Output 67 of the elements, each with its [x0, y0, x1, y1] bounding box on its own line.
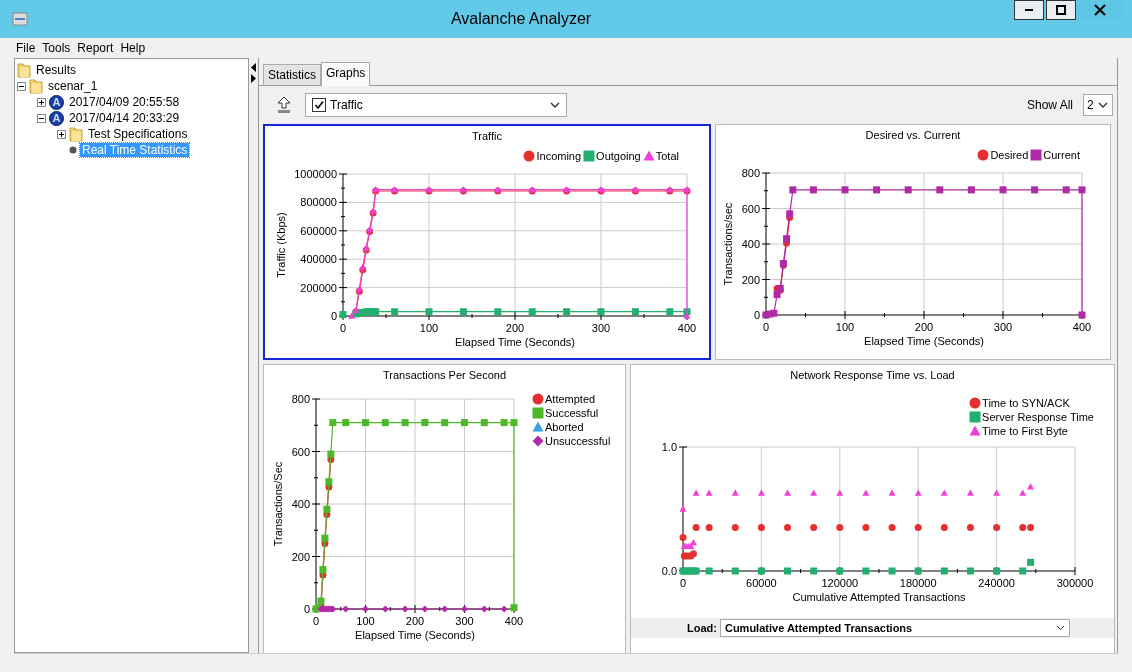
tick-label: 0 [312, 615, 320, 627]
status-badge: A [49, 94, 64, 110]
tick-label: 200 [291, 550, 310, 563]
show-all-label: Show All [1026, 98, 1073, 112]
tick-label: 120000 [821, 577, 859, 589]
tick-label: 400 [741, 238, 760, 250]
legend-label: Successful [545, 407, 599, 419]
axis-title: Elapsed Time (Seconds) [455, 336, 575, 348]
legend-label: Incoming [536, 150, 582, 162]
axis-title: Elapsed Time (Seconds) [355, 629, 475, 641]
tick-label: 600 [741, 202, 760, 215]
axis-title: Transactions/sec [722, 202, 734, 286]
tick-label: 0 [339, 322, 347, 334]
window-title: Avalanche Analyzer [449, 10, 593, 28]
axis-title: Elapsed Time (Seconds) [864, 335, 984, 347]
tick-label: 200 [914, 321, 934, 333]
legend-label: Total [655, 150, 679, 162]
tick-label: 100 [356, 615, 375, 627]
load-label: Load: [687, 622, 717, 634]
legend-label: Current [1043, 149, 1080, 161]
tick-label: 600 [291, 445, 310, 458]
tick-label: 400 [504, 615, 524, 627]
tick-label: 0 [753, 309, 760, 321]
axis-title: Cumulative Attempted Transactions [792, 591, 966, 603]
axis-title: Transactions/Sec [272, 461, 284, 547]
legend-label: Desired [990, 149, 1029, 161]
tick-label: 0 [303, 603, 310, 615]
tick-label: 100 [419, 322, 439, 334]
tick-label: 300 [993, 321, 1013, 333]
chart-title: Desired vs. Current [864, 128, 962, 143]
tick-label: 400000 [300, 253, 337, 266]
tick-label: 1000000 [294, 168, 337, 180]
chart-title: Network Response Time vs. Load [789, 368, 956, 383]
tick-label: 200 [505, 322, 525, 334]
legend-label: Time to SYN/ACK [982, 397, 1070, 409]
tick-label: 300000 [1056, 577, 1094, 589]
axis-title: Traffic (Kbps) [275, 212, 287, 278]
legend-label: Unsuccessful [545, 435, 611, 447]
tick-label: 400 [291, 498, 310, 510]
chart-title: Transactions Per Second [381, 368, 508, 383]
tick-label: 400 [677, 322, 697, 334]
tick-label: 200000 [300, 281, 337, 294]
legend-label: Server Response Time [982, 411, 1094, 423]
tick-label: 200 [741, 273, 760, 286]
legend-label: Outgoing [596, 150, 641, 162]
tick-label: 0.0 [661, 565, 677, 577]
legend-label: Aborted [545, 421, 584, 433]
tick-label: 1.0 [661, 441, 677, 453]
tick-label: 100 [835, 321, 855, 333]
chart-title: Traffic [471, 129, 503, 144]
legend-label: Attempted [545, 393, 596, 405]
tick-label: 800000 [300, 196, 337, 209]
tick-label: 200 [405, 615, 425, 627]
tick-label: 300 [591, 322, 611, 334]
tick-label: 0 [679, 577, 687, 589]
tick-label: 800 [291, 393, 310, 405]
tick-label: 800 [741, 167, 760, 179]
tick-label: 240000 [978, 577, 1015, 589]
tick-label: 180000 [899, 577, 937, 589]
tick-label: 60000 [746, 577, 777, 589]
tick-label: 300 [455, 615, 474, 627]
tick-label: 0 [330, 310, 337, 322]
tick-label: 400 [1072, 321, 1092, 333]
status-badge: A [49, 110, 64, 126]
tick-label: 600000 [300, 224, 337, 237]
tick-label: 0 [762, 321, 770, 333]
legend-label: Time to First Byte [982, 425, 1068, 437]
